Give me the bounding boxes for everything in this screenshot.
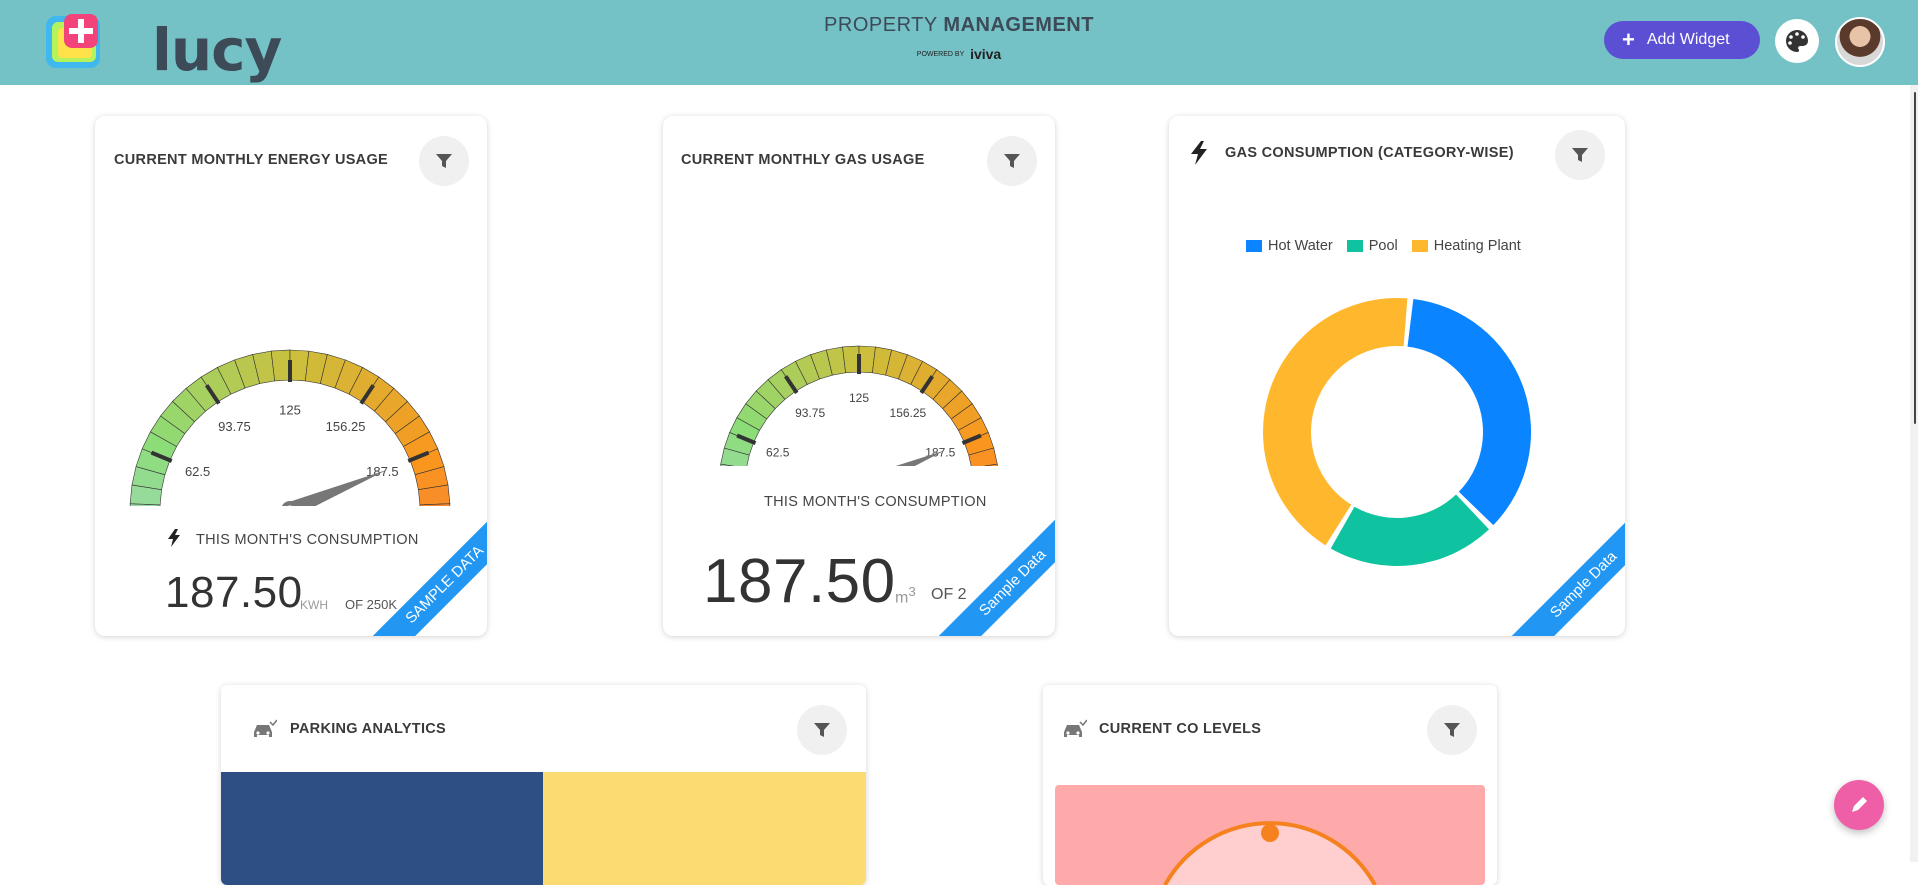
palette-icon: [1786, 30, 1808, 52]
unit-superscript: 3: [908, 584, 916, 599]
card-title: CURRENT CO LEVELS: [1099, 721, 1262, 737]
edit-fab-button[interactable]: [1834, 780, 1884, 830]
gauge-band-segment: [842, 345, 860, 374]
filter-icon: [1444, 723, 1460, 737]
gauge-tick-label: 93.75: [218, 419, 251, 434]
sample-data-ribbon: Sample Data: [924, 494, 1055, 636]
gauge-tick-label: 125: [279, 402, 301, 417]
consumption-unit: m3: [895, 584, 916, 607]
legend-item-heating-plant[interactable]: Heating Plant: [1411, 238, 1521, 254]
gas-category-card: GAS CONSUMPTION (CATEGORY-WISE) Hot Wate…: [1169, 116, 1625, 636]
donut-slice-pool: [1330, 494, 1490, 566]
gauge-tick-label: 156.25: [890, 406, 927, 420]
filter-icon: [436, 154, 452, 168]
lightning-icon: [165, 528, 183, 548]
add-widget-label: Add Widget: [1646, 31, 1730, 48]
energy-gauge: 031.2562.593.75125156.25187.5218.75250: [129, 349, 451, 506]
co-panel: [1055, 785, 1485, 885]
chart-legend: Hot Water Pool Heating Plant: [1246, 238, 1521, 254]
card-title: CURRENT MONTHLY GAS USAGE: [681, 152, 925, 168]
plus-icon: +: [1622, 27, 1635, 52]
co-dial: [1163, 821, 1377, 885]
gauge-tick-label: 93.75: [795, 406, 825, 420]
app-title-light: PROPERTY: [824, 14, 938, 36]
pencil-icon: [1852, 797, 1867, 812]
filter-button[interactable]: [797, 705, 847, 755]
gauge-band-segment: [270, 349, 291, 382]
filter-icon: [814, 723, 830, 737]
consumption-label: THIS MONTH'S CONSUMPTION: [196, 532, 419, 548]
donut-slice-heating-plant: [1263, 298, 1408, 546]
consumption-capacity: OF 250K: [345, 597, 398, 612]
add-widget-button[interactable]: + Add Widget: [1604, 21, 1760, 59]
parking-block-dark: [221, 772, 543, 885]
card-title: GAS CONSUMPTION (CATEGORY-WISE): [1225, 145, 1514, 161]
co-levels-card: CURRENT CO LEVELS: [1043, 685, 1497, 885]
energy-usage-card: CURRENT MONTHLY ENERGY USAGE 031.2562.59…: [95, 116, 487, 636]
card-title: PARKING ANALYTICS: [290, 721, 447, 737]
top-bar: lucy PROPERTY MANAGEMENT POWERED BY iviv…: [0, 0, 1918, 85]
gas-gauge: 031.2562.593.75125156.25187.5218.75250: [720, 345, 998, 466]
card-title: CURRENT MONTHLY ENERGY USAGE: [114, 152, 389, 168]
consumption-capacity: OF 2: [931, 586, 967, 603]
legend-item-pool[interactable]: Pool: [1346, 238, 1398, 254]
app-title-bold: MANAGEMENT: [943, 14, 1094, 36]
powered-brand: iviva: [970, 46, 1002, 62]
gas-usage-card: CURRENT MONTHLY GAS USAGE 031.2562.593.7…: [663, 116, 1055, 636]
filter-icon: [1572, 148, 1588, 162]
powered-by-label: POWERED BY: [916, 50, 965, 58]
gauge-tick-label: 62.5: [185, 464, 210, 479]
legend-label: Pool: [1368, 238, 1398, 254]
gauge-tick-label: 125: [849, 391, 869, 405]
parking-block-light: [543, 772, 866, 885]
consumption-unit: KWH: [300, 598, 328, 612]
gas-category-donut: [1263, 298, 1531, 566]
legend-swatch: [1346, 240, 1363, 252]
filter-button[interactable]: [1555, 130, 1605, 180]
sample-data-ribbon: SAMPLE DATA: [356, 496, 487, 636]
car-icon: [1061, 718, 1088, 740]
lightning-icon: [1187, 140, 1211, 166]
legend-swatch: [1246, 240, 1262, 252]
unit-text: m: [895, 589, 909, 607]
theme-palette-button[interactable]: [1775, 19, 1819, 63]
parking-analytics-card: PARKING ANALYTICS: [221, 685, 866, 885]
legend-swatch: [1411, 240, 1428, 252]
gauge-tick-label: 62.5: [766, 445, 790, 459]
scrollbar-thumb[interactable]: [1914, 92, 1916, 424]
consumption-value: 187.50: [703, 547, 896, 616]
filter-icon: [1004, 154, 1020, 168]
legend-label: Heating Plant: [1433, 238, 1521, 254]
consumption-label: THIS MONTH'S CONSUMPTION: [764, 494, 987, 510]
gauge-needle: [286, 469, 388, 506]
filter-button[interactable]: [1427, 705, 1477, 755]
avatar[interactable]: [1835, 17, 1885, 67]
gauge-tick-label: 156.25: [326, 419, 366, 434]
legend-item-hot-water[interactable]: Hot Water: [1246, 238, 1333, 254]
legend-label: Hot Water: [1268, 238, 1333, 254]
filter-button[interactable]: [419, 136, 469, 186]
car-icon: [251, 718, 278, 740]
donut-slice-hot-water: [1407, 299, 1531, 526]
filter-button[interactable]: [987, 136, 1037, 186]
consumption-value: 187.50: [165, 568, 303, 617]
